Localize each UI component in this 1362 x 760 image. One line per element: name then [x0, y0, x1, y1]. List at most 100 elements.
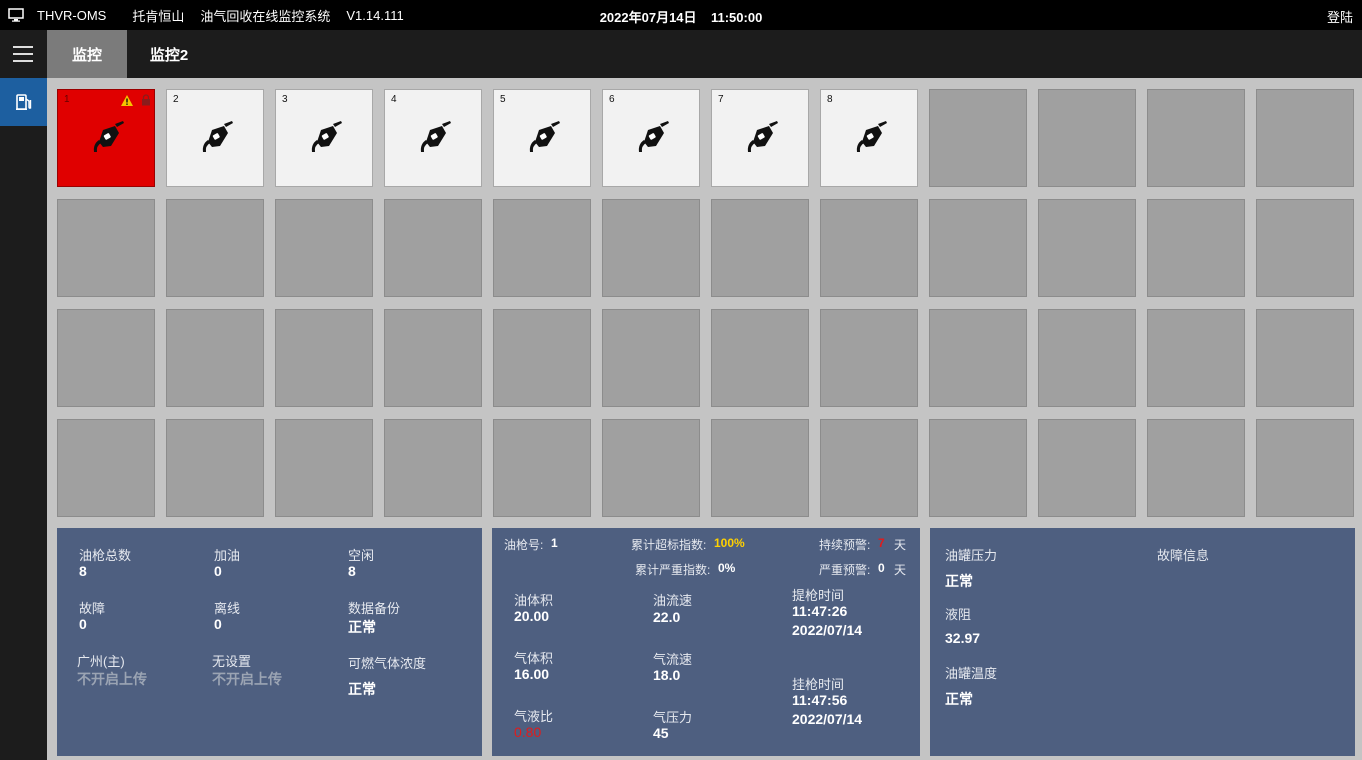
site-name: 托肯恒山 — [132, 8, 185, 24]
nozzle-cell-empty — [602, 199, 700, 297]
sidebar — [0, 30, 47, 760]
nozzle-icon — [89, 120, 129, 156]
nozzle-cell-empty — [57, 419, 155, 517]
over-index-value: 100% — [714, 536, 745, 550]
tab-monitor[interactable]: 监控 — [47, 30, 127, 78]
nozzle-cell-6[interactable]: 6 — [602, 89, 700, 187]
continuous-warning-label: 持续预警: — [819, 538, 871, 552]
gas-flow-label: 气流速 — [653, 652, 693, 667]
nozzle-icon — [525, 120, 565, 156]
tank-pressure-value: 正常 — [945, 573, 973, 589]
nozzle-cell-empty — [929, 309, 1027, 407]
nozzle-cell-empty — [275, 309, 373, 407]
title-bar: THVR-OMS 托肯恒山 油气回收在线监控系统 V1.14.111 2022年… — [0, 0, 1362, 30]
tank-pressure-label: 油罐压力 — [945, 548, 998, 563]
liquid-resistance-value: 32.97 — [945, 630, 981, 646]
continuous-warning-value: 7 — [878, 536, 885, 550]
upload-secondary-label: 无设置 — [212, 654, 252, 669]
severe-warning-unit: 天 — [894, 563, 907, 577]
nozzle-cell-empty — [929, 89, 1027, 187]
nozzle-cell-empty — [929, 419, 1027, 517]
severe-warning-value: 0 — [878, 561, 885, 575]
gas-liquid-ratio-label: 气液比 — [514, 709, 554, 724]
nozzle-cell-empty — [493, 419, 591, 517]
nozzle-cell-empty — [1038, 419, 1136, 517]
gas-concentration-value: 正常 — [348, 681, 376, 697]
nozzle-icon — [852, 120, 892, 156]
nozzle-no-label: 油枪号: — [504, 538, 544, 552]
nozzle-icon — [307, 120, 347, 156]
nozzle-cell-empty — [602, 309, 700, 407]
nozzle-cell-3[interactable]: 3 — [275, 89, 373, 187]
nozzle-icon — [743, 120, 783, 156]
nozzle-cell-empty — [384, 419, 482, 517]
gas-pressure-label: 气压力 — [653, 710, 693, 725]
nozzle-cell-empty — [1147, 309, 1245, 407]
total-value: 8 — [79, 563, 87, 579]
tank-panel: 油罐压力 正常 故障信息 液阻 32.97 油罐温度 正常 — [930, 528, 1355, 756]
nozzle-icon — [634, 120, 674, 156]
nozzle-cell-empty — [1147, 199, 1245, 297]
nozzle-cell-empty — [1038, 309, 1136, 407]
nozzle-number: 6 — [609, 94, 615, 105]
offline-value: 0 — [214, 616, 222, 632]
gas-concentration-label: 可燃气体浓度 — [348, 656, 427, 671]
gas-volume-value: 16.00 — [514, 666, 550, 682]
idle-label: 空闲 — [348, 548, 375, 563]
nozzle-cell-7[interactable]: 7 — [711, 89, 809, 187]
fuel-pump-icon — [15, 94, 31, 110]
fueling-value: 0 — [214, 563, 222, 579]
nozzle-cell-empty — [493, 309, 591, 407]
app-name: THVR-OMS — [37, 7, 107, 23]
nozzle-cell-empty — [1256, 89, 1354, 187]
nozzle-number: 8 — [827, 94, 833, 105]
nozzle-cell-empty — [711, 309, 809, 407]
nozzle-cell-2[interactable]: 2 — [166, 89, 264, 187]
oil-volume-value: 20.00 — [514, 608, 550, 624]
nozzle-cell-empty — [711, 199, 809, 297]
oil-volume-label: 油体积 — [514, 593, 554, 608]
nozzle-cell-empty — [602, 419, 700, 517]
tank-temperature-label: 油罐温度 — [945, 666, 998, 681]
nozzle-cell-empty — [493, 199, 591, 297]
tab-monitor-2[interactable]: 监控2 — [127, 30, 211, 78]
gas-liquid-ratio-value: 0.80 — [514, 724, 542, 740]
gas-volume-label: 气体积 — [514, 651, 554, 666]
nozzle-cell-empty — [275, 419, 373, 517]
nozzle-cell-empty — [820, 309, 918, 407]
oil-flow-label: 油流速 — [653, 593, 693, 608]
nozzle-icon — [416, 120, 456, 156]
severe-index-label: 累计严重指数: — [635, 563, 711, 577]
nozzle-cell-empty — [820, 199, 918, 297]
summary-panel: 油枪总数 8 加油 0 空闲 8 故障 0 离线 0 数据备份 正常 广州(主)… — [57, 528, 482, 756]
warning-triangle-icon — [121, 93, 133, 106]
lift-date-value: 2022/07/14 — [792, 622, 863, 638]
nozzle-cell-1[interactable]: 1 — [57, 89, 155, 187]
nozzle-cell-5[interactable]: 5 — [493, 89, 591, 187]
nozzle-cell-empty — [57, 199, 155, 297]
current-datetime: 2022年07月14日 11:50:00 — [599, 10, 763, 25]
nozzle-cell-empty — [166, 199, 264, 297]
login-button[interactable]: 登陆 — [1327, 7, 1353, 26]
gas-pressure-value: 45 — [653, 725, 669, 741]
nozzle-cell-4[interactable]: 4 — [384, 89, 482, 187]
lift-time-label: 提枪时间 — [792, 588, 845, 603]
tab-bar: 监控 监控2 — [47, 30, 1362, 78]
version: V1.14.111 — [346, 7, 404, 23]
nozzle-cell-empty — [384, 309, 482, 407]
oil-flow-value: 22.0 — [653, 609, 681, 625]
nozzle-number: 4 — [391, 94, 397, 105]
severe-index-value: 0% — [718, 561, 736, 575]
nozzle-no-value: 1 — [551, 536, 558, 550]
hamburger-menu-icon[interactable] — [13, 46, 33, 62]
tank-temperature-value: 正常 — [945, 691, 973, 707]
nozzle-cell-empty — [1256, 309, 1354, 407]
continuous-warning-unit: 天 — [894, 538, 907, 552]
severe-warning-label: 严重预警: — [819, 563, 871, 577]
hang-time-label: 挂枪时间 — [792, 677, 845, 692]
sidebar-item-fuel-pump[interactable] — [0, 78, 47, 126]
nozzle-cell-empty — [1038, 89, 1136, 187]
nozzle-cell-8[interactable]: 8 — [820, 89, 918, 187]
fault-label: 故障 — [79, 601, 106, 616]
nozzle-cell-empty — [1256, 199, 1354, 297]
